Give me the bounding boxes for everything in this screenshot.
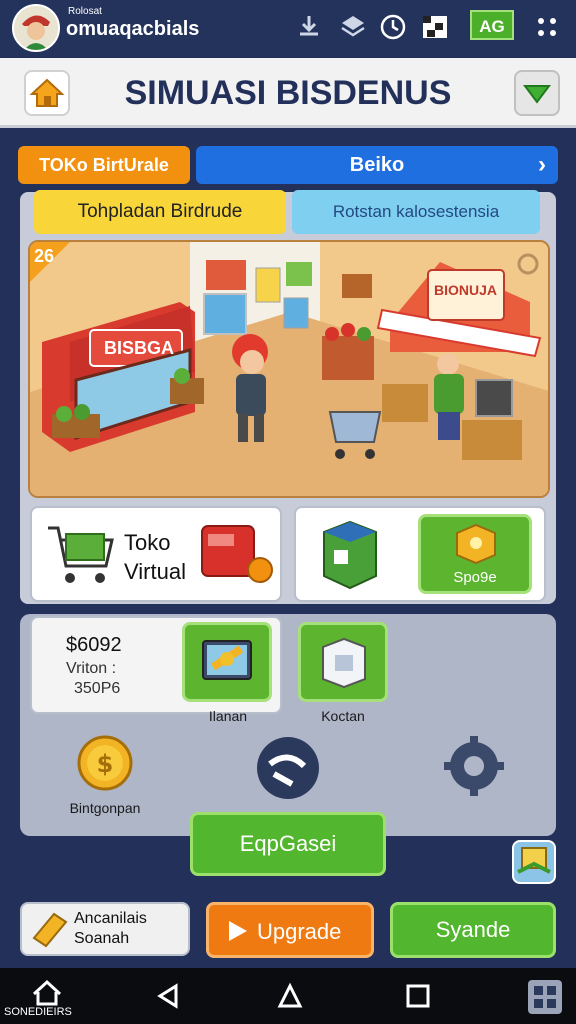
spore-label: Spo9e (453, 569, 497, 586)
visitors-value: 350P6 (74, 680, 121, 697)
upgrade-label: Upgrade (257, 919, 342, 944)
app-small-label: Rolosat (68, 6, 102, 17)
app-name: omuaqacbials (66, 18, 200, 40)
down-arrow-button[interactable] (514, 70, 560, 116)
visitors-label: Vriton : (66, 660, 117, 677)
notes-line1: Ancanilais (74, 910, 147, 927)
coin-icon[interactable]: $ (76, 734, 134, 792)
avatar[interactable] (12, 4, 60, 52)
home-circle-icon[interactable] (276, 982, 304, 1010)
laptop-icon (202, 640, 252, 680)
left-store-sign: BISBGA (104, 338, 175, 358)
map-icon (517, 847, 551, 874)
box-icon (323, 520, 377, 590)
svg-text:$: $ (97, 750, 114, 778)
tab-beiko[interactable]: Beiko › (196, 146, 558, 184)
swap-icon[interactable] (256, 736, 320, 800)
money-value: $6092 (66, 634, 122, 656)
spore-tile[interactable]: Spo9e (418, 514, 532, 594)
clock-icon[interactable] (378, 12, 408, 42)
nav-label: SONEDIEIRS (4, 1006, 72, 1018)
laptop-tile[interactable] (182, 622, 272, 702)
ticket-icon (32, 912, 68, 948)
flag-icon[interactable] (420, 12, 450, 42)
back-icon[interactable] (154, 982, 182, 1010)
title-bar: SIMUASI BISDENUS (0, 58, 576, 128)
main-action-button[interactable]: EqpGasei (190, 812, 386, 876)
gold-box-icon (456, 523, 496, 565)
status-bar: Rolosat omuaqacbials AG (0, 0, 576, 56)
box-tile[interactable] (298, 622, 388, 702)
chevron-right-icon[interactable]: › (538, 146, 546, 184)
package-icon (322, 637, 366, 689)
syande-button[interactable]: Syande (390, 902, 556, 958)
ag-badge[interactable]: AG (470, 10, 514, 40)
grid-menu-icon[interactable] (526, 978, 564, 1016)
page-title: SIMUASI BISDENUS (124, 74, 452, 112)
subtab-status[interactable]: Rotstan kalosestensia (292, 190, 540, 234)
laptop-label: Ilanan (208, 708, 248, 724)
virtual-store-card[interactable]: Toko Virtual (30, 506, 282, 602)
virtual-store-line2: Virtual (124, 559, 186, 584)
notes-card[interactable]: Ancanilais Soanah (20, 902, 190, 956)
recent-apps-icon[interactable] (404, 982, 432, 1010)
download-icon[interactable] (294, 12, 324, 42)
subtab-store[interactable]: Tohpladan Birdrude (34, 190, 286, 234)
tab-beiko-label: Beiko (349, 154, 405, 176)
navigation-bar: SONEDIEIRS (0, 968, 576, 1024)
register-icon (201, 525, 273, 583)
down-arrow-icon (523, 85, 551, 104)
tab-virtual-store[interactable]: TOKo BirtUrale (18, 146, 190, 184)
gear-icon[interactable] (442, 734, 506, 798)
notes-line2: Soanah (74, 930, 130, 947)
upgrade-button[interactable]: Upgrade (206, 902, 374, 958)
more-icon[interactable] (532, 12, 562, 42)
virtual-store-line1: Toko (124, 530, 171, 555)
spore-card[interactable]: Spo9e (294, 506, 546, 602)
right-store-sign: BIONUJA (434, 282, 498, 298)
scene-corner-badge: 26 (34, 246, 55, 266)
store-scene[interactable]: 26 BISBGA BIONUJA (28, 240, 550, 498)
shopping-cart-icon (48, 526, 114, 583)
virtual-store-label: Toko Virtual (124, 528, 186, 586)
box-label: Koctan (321, 708, 365, 724)
home-nav-icon[interactable] (30, 978, 64, 1006)
stack-icon[interactable] (338, 12, 368, 42)
coin-label: Bintgonpan (69, 800, 141, 816)
play-icon (229, 921, 247, 941)
map-button[interactable] (512, 840, 556, 884)
